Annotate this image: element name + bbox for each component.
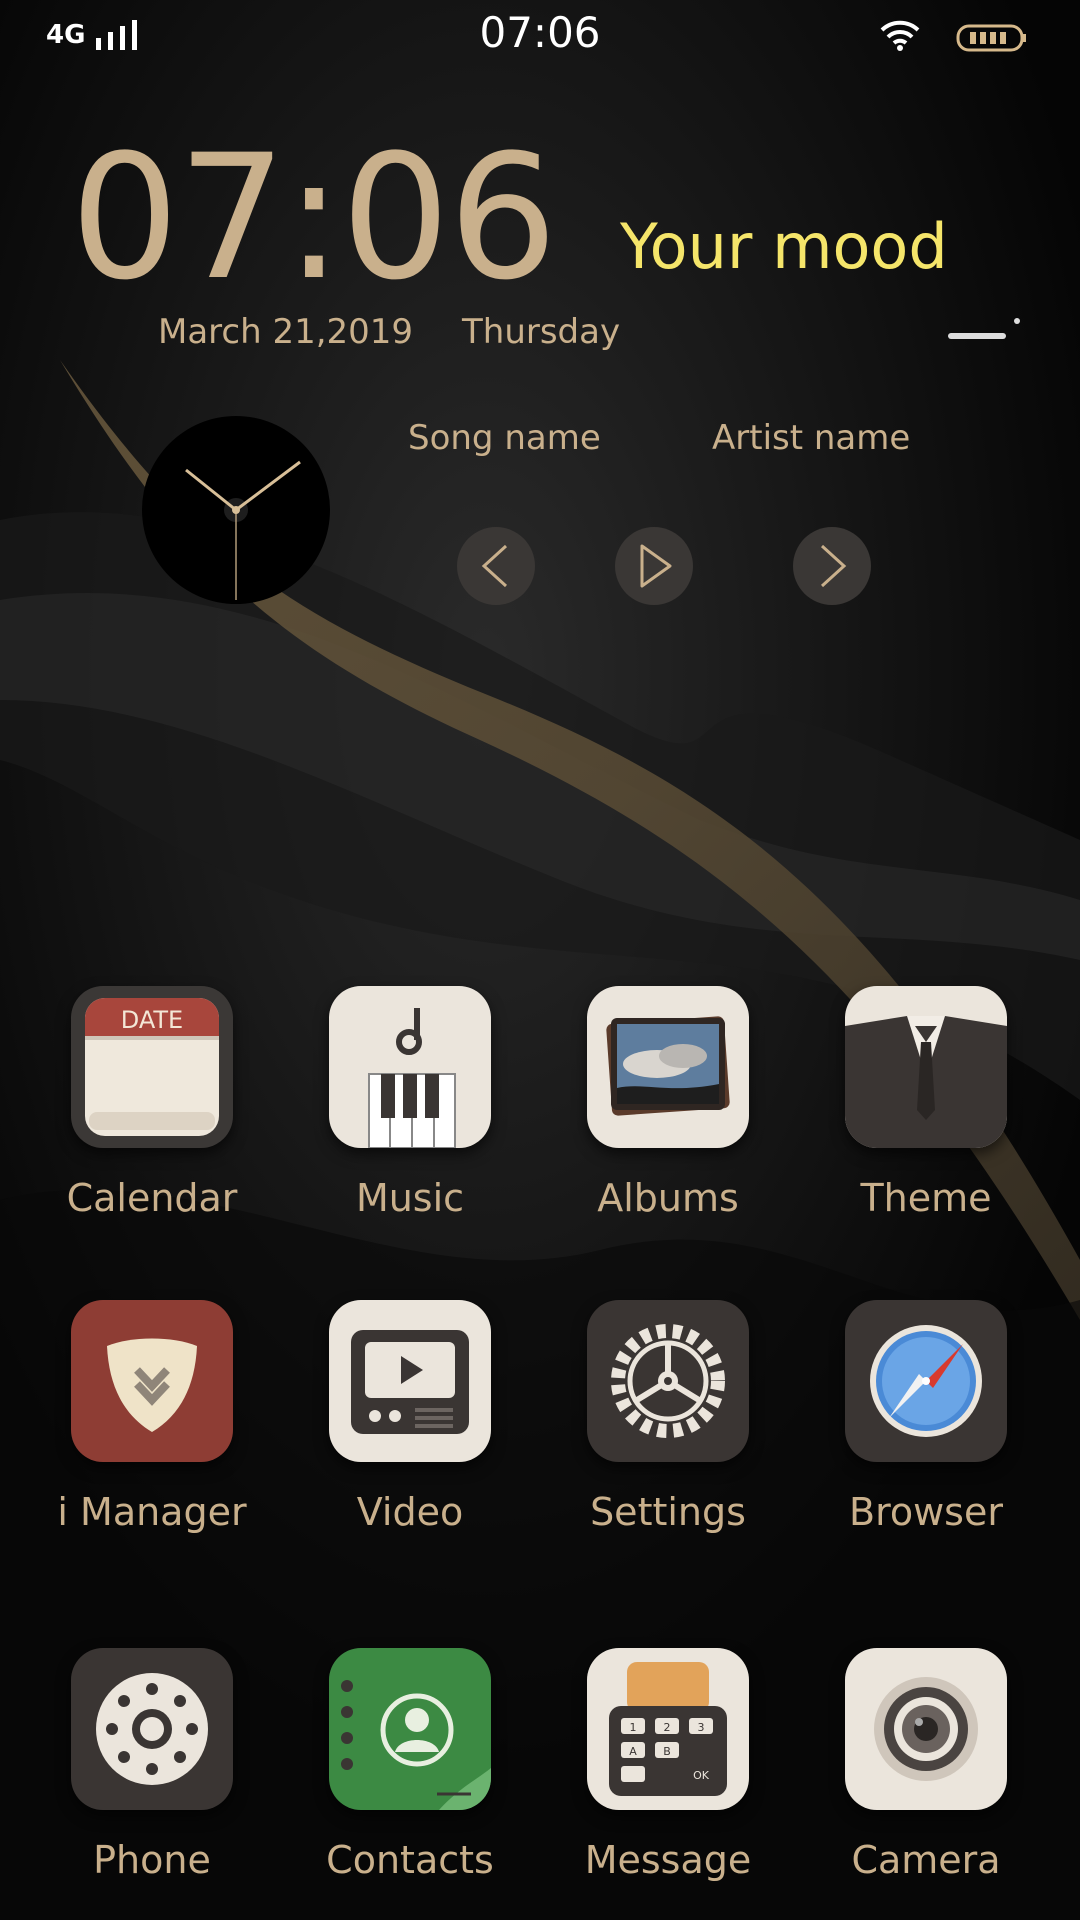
song-name: Song name: [408, 418, 601, 458]
mood-edit-dot-icon: [1014, 318, 1020, 324]
analog-clock-icon[interactable]: [140, 414, 332, 606]
albums-icon: [587, 986, 749, 1148]
svg-text:1: 1: [630, 1721, 637, 1734]
app-label: Settings: [590, 1490, 746, 1534]
compass-icon: [845, 1300, 1007, 1462]
app-label: Message: [584, 1838, 752, 1882]
app-music[interactable]: Music: [266, 986, 524, 1256]
app-label: Video: [356, 1490, 464, 1534]
svg-text:2: 2: [664, 1721, 671, 1734]
app-label: Calendar: [66, 1176, 238, 1220]
artist-name: Artist name: [712, 418, 911, 458]
prev-icon: [481, 544, 508, 588]
message-icon: 1 2 3 A B OK: [587, 1648, 749, 1810]
app-i-manager[interactable]: i Manager: [8, 1300, 266, 1570]
app-label: Browser: [849, 1490, 1003, 1534]
svg-text:OK: OK: [693, 1769, 710, 1782]
video-icon: [329, 1300, 491, 1462]
svg-text:3: 3: [698, 1721, 705, 1734]
app-label: i Manager: [57, 1490, 247, 1534]
app-label: Contacts: [326, 1838, 494, 1882]
app-settings[interactable]: Settings: [524, 1300, 782, 1570]
play-button[interactable]: [615, 527, 693, 605]
svg-text:B: B: [663, 1745, 671, 1758]
app-browser[interactable]: Browser: [782, 1300, 1040, 1570]
app-calendar[interactable]: DATE Calendar: [8, 986, 266, 1256]
app-label: Theme: [860, 1176, 992, 1220]
shield-icon: [71, 1300, 233, 1462]
battery-icon: [956, 24, 1026, 52]
app-label: Albums: [597, 1176, 739, 1220]
app-contacts[interactable]: Contacts: [266, 1648, 524, 1918]
next-icon: [820, 544, 847, 588]
status-bar: 4G 07:06: [0, 0, 1080, 70]
next-track-button[interactable]: [793, 527, 871, 605]
app-label: Camera: [851, 1838, 1001, 1882]
app-phone[interactable]: Phone: [8, 1648, 266, 1918]
app-message[interactable]: 1 2 3 A B OK Message: [524, 1648, 782, 1918]
phone-dial-icon: [71, 1648, 233, 1810]
app-video[interactable]: Video: [266, 1300, 524, 1570]
app-label: Phone: [93, 1838, 211, 1882]
app-theme[interactable]: Theme: [782, 986, 1040, 1256]
camera-lens-icon: [845, 1648, 1007, 1810]
contacts-icon: [329, 1648, 491, 1810]
clock-day: Thursday: [462, 312, 621, 352]
calendar-icon: DATE: [71, 986, 233, 1148]
theme-icon: [845, 986, 1007, 1148]
app-label: Music: [355, 1176, 465, 1220]
svg-text:A: A: [629, 1745, 637, 1758]
mood-widget-label[interactable]: Your mood: [620, 210, 948, 283]
gear-icon: [587, 1300, 749, 1462]
previous-track-button[interactable]: [457, 527, 535, 605]
wifi-icon: [880, 20, 920, 51]
clock-date: March 21,2019: [158, 312, 414, 352]
mood-edit-line-icon[interactable]: [948, 333, 1006, 339]
calendar-icon-text: DATE: [121, 1006, 183, 1034]
app-albums[interactable]: Albums: [524, 986, 782, 1256]
play-icon: [640, 544, 672, 588]
music-icon: [329, 986, 491, 1148]
clock-time[interactable]: 07:06: [70, 128, 558, 308]
app-camera[interactable]: Camera: [782, 1648, 1040, 1918]
